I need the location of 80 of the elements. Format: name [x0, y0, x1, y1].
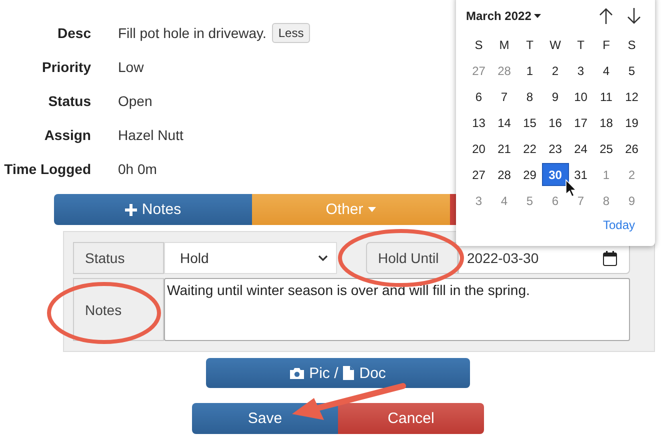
calendar-day[interactable]: 8	[517, 86, 542, 107]
calendar-day[interactable]: 17	[568, 112, 594, 133]
add-notes-button[interactable]: Notes	[54, 194, 252, 225]
calendar-day[interactable]: 15	[517, 112, 542, 133]
calendar-day[interactable]: 28	[492, 60, 517, 81]
mouse-cursor-icon	[566, 179, 577, 198]
weekday-header: F	[602, 36, 611, 54]
field-label: Desc	[56, 24, 91, 40]
calendar-day[interactable]: 7	[568, 190, 594, 211]
calendar-day[interactable]: 25	[594, 138, 619, 159]
calendar-day[interactable]: 24	[568, 138, 594, 159]
notes-textarea[interactable]: Waiting until winter season is over and will fill in the spring.	[164, 278, 630, 341]
field-value: Low	[118, 58, 144, 74]
calendar-day[interactable]: 21	[492, 138, 517, 159]
plus-icon	[124, 204, 137, 216]
field-value: 0h 0m	[118, 160, 157, 176]
calendar-day[interactable]: 9	[619, 190, 644, 211]
calendar-day[interactable]: 1	[594, 164, 619, 185]
calendar-day[interactable]: 19	[619, 112, 644, 133]
field-label: Status	[47, 92, 91, 108]
calendar-day[interactable]: 6	[466, 86, 492, 107]
up-arrow-icon[interactable]	[599, 8, 613, 24]
caret-icon	[534, 14, 542, 18]
status-select[interactable]: Hold	[164, 242, 337, 274]
calendar-day[interactable]: 23	[542, 138, 568, 159]
calendar-day[interactable]: 30	[542, 164, 568, 185]
weekday-header: T	[576, 36, 586, 54]
hold-until-label: Hold Until	[366, 242, 458, 274]
pic-doc-button[interactable]: Pic / Doc	[206, 358, 470, 388]
field-label: Time Logged	[3, 160, 91, 176]
calendar-day[interactable]: 10	[568, 86, 594, 107]
chevron-icon	[318, 255, 328, 261]
calendar-day[interactable]: 3	[568, 60, 594, 81]
calendar-day[interactable]: 31	[568, 164, 594, 185]
calendar-day[interactable]: 6	[542, 190, 568, 211]
calendar-day[interactable]: 1	[517, 60, 542, 81]
calendar-day[interactable]: 18	[594, 112, 619, 133]
field-value: Fill pot hole in driveway.	[118, 24, 266, 40]
field-value: Open	[118, 92, 152, 108]
field-label: Priority	[40, 58, 91, 74]
today-link[interactable]: Today	[602, 218, 635, 232]
calendar-day[interactable]: 13	[466, 112, 492, 133]
weekday-header: W	[548, 36, 562, 54]
weekday-header: T	[525, 36, 534, 54]
document-icon	[343, 366, 354, 380]
calendar-day[interactable]: 22	[517, 138, 542, 159]
calendar-day[interactable]: 9	[542, 86, 568, 107]
field-value: Hazel Nutt	[118, 126, 184, 142]
calendar-day[interactable]: 2	[542, 60, 568, 81]
calendar-day[interactable]: 2	[619, 164, 644, 185]
calendar-day[interactable]: 27	[466, 164, 492, 185]
save-button[interactable]: Save	[192, 403, 338, 434]
calendar-day[interactable]: 29	[517, 164, 542, 185]
calendar-day[interactable]: 8	[594, 190, 619, 211]
month-selector[interactable]: March 2022	[466, 9, 542, 23]
calendar-day[interactable]: 28	[492, 164, 517, 185]
camera-icon	[290, 368, 304, 378]
calendar-day[interactable]: 14	[492, 112, 517, 133]
calendar-icon[interactable]	[603, 250, 617, 266]
calendar-day[interactable]: 5	[517, 190, 542, 211]
calendar-day[interactable]: 27	[466, 60, 492, 81]
field-label: Assign	[43, 126, 91, 142]
calendar-day[interactable]: 4	[492, 190, 517, 211]
calendar-day[interactable]: 4	[594, 60, 619, 81]
calendar-day[interactable]: 11	[594, 86, 619, 107]
calendar-day[interactable]: 20	[466, 138, 492, 159]
cancel-button[interactable]: Cancel	[338, 403, 484, 434]
calendar-day[interactable]: 5	[619, 60, 644, 81]
calendar-day[interactable]: 12	[619, 86, 644, 107]
weekday-header: S	[626, 36, 637, 54]
caret-icon	[368, 207, 376, 212]
calendar-day[interactable]: 3	[466, 190, 492, 211]
down-arrow-icon[interactable]	[627, 8, 641, 24]
calendar-day[interactable]: 7	[492, 86, 517, 107]
status-label: Status	[73, 242, 164, 274]
calendar-day[interactable]: 16	[542, 112, 568, 133]
weekday-header: M	[498, 36, 510, 54]
less-button[interactable]: Less	[272, 22, 310, 42]
calendar-day[interactable]: 26	[619, 138, 644, 159]
weekday-header: S	[474, 36, 484, 54]
